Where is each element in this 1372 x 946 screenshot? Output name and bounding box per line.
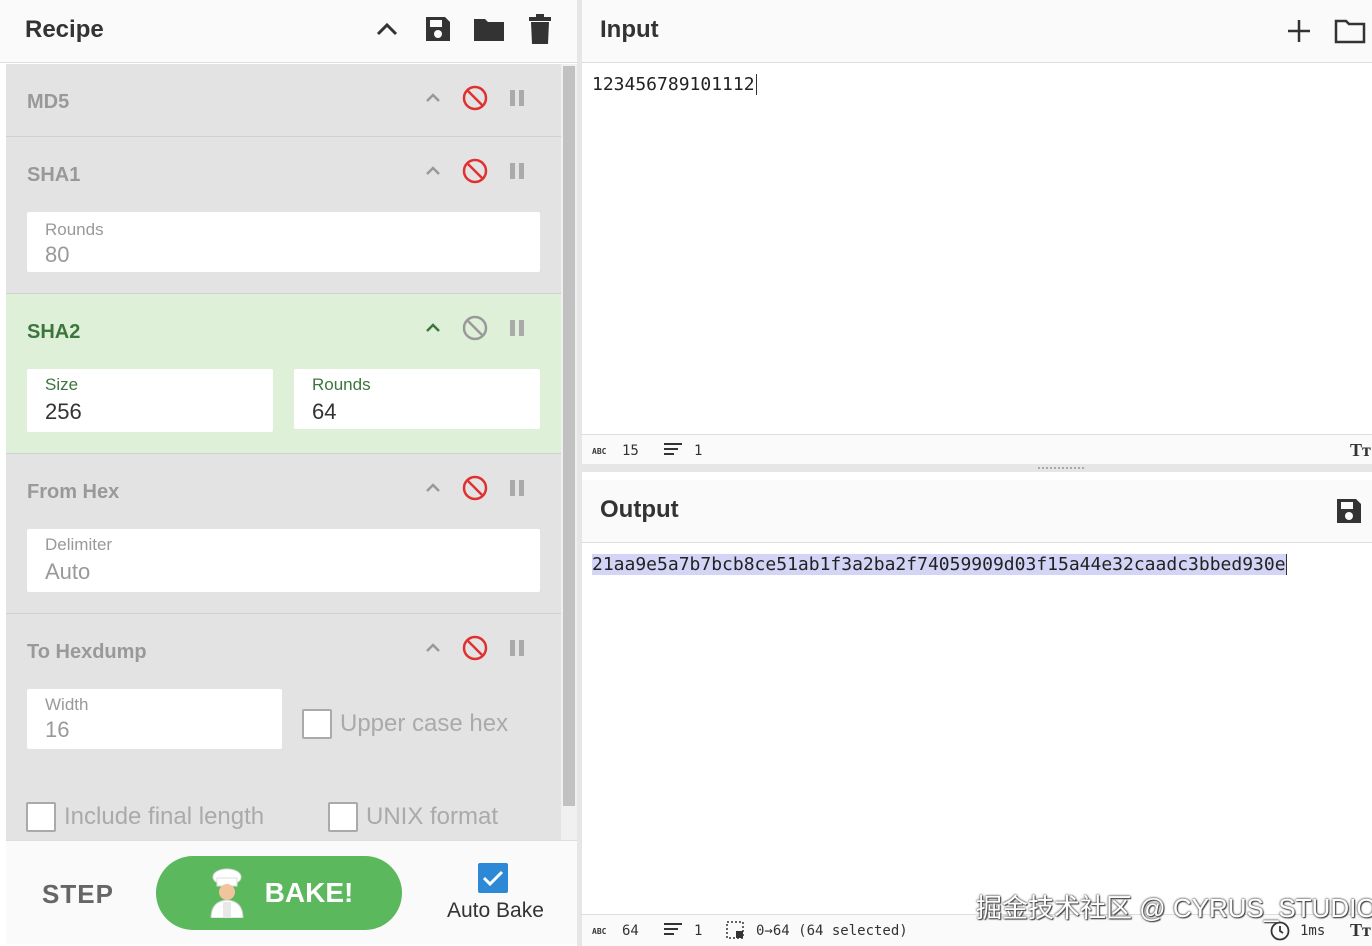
field-label: Width — [45, 695, 89, 714]
field-label: Rounds — [312, 375, 371, 394]
auto-bake-label: Auto Bake — [447, 899, 544, 922]
io-splitter[interactable] — [582, 464, 1372, 472]
operation-name: MD5 — [27, 91, 70, 113]
recipe-scrollbar-thumb[interactable] — [563, 66, 575, 806]
checkbox-box[interactable] — [26, 802, 56, 832]
operation-name: SHA2 — [27, 321, 81, 343]
chevron-up-icon[interactable] — [419, 634, 447, 662]
text-cursor: ​ — [755, 74, 757, 95]
upper-case-hex-checkbox[interactable]: Upper case hex — [302, 709, 508, 739]
pause-icon[interactable] — [503, 634, 531, 662]
field-value: Auto — [45, 559, 91, 584]
chevron-up-icon[interactable] — [419, 314, 447, 342]
operation-to-hexdump[interactable]: To Hexdump Width 16 Upper case hex Inclu… — [6, 614, 561, 840]
operation-name: To Hexdump — [27, 641, 147, 663]
operation-md5[interactable]: MD5 — [6, 64, 561, 137]
delimiter-field[interactable]: Delimiter Auto — [27, 529, 540, 592]
save-output-icon[interactable] — [1332, 494, 1366, 528]
bake-button[interactable]: BAKE! — [156, 856, 402, 930]
panel-divider[interactable] — [577, 0, 582, 946]
chevron-up-icon[interactable] — [419, 84, 447, 112]
output-header: Output — [582, 480, 1372, 543]
pause-icon[interactable] — [503, 314, 531, 342]
disable-icon[interactable] — [461, 474, 489, 502]
checkbox-box[interactable] — [328, 802, 358, 832]
length-icon: ABC — [592, 447, 607, 456]
trash-icon[interactable] — [523, 12, 557, 46]
field-value: 256 — [45, 399, 82, 424]
save-icon[interactable] — [421, 12, 455, 46]
disable-icon[interactable] — [461, 84, 489, 112]
operation-sha2[interactable]: SHA2 Size 256 Rounds 64 — [6, 294, 561, 454]
input-length: 15 — [622, 443, 639, 459]
step-button[interactable]: STEP — [42, 879, 114, 910]
checkmark-icon — [482, 870, 504, 887]
checkbox-label: Upper case hex — [340, 710, 509, 737]
input-title: Input — [600, 16, 659, 43]
selection-icon — [726, 921, 744, 943]
input-lines: 1 — [694, 443, 703, 459]
controls-bar: STEP BAKE! Auto Bake — [6, 840, 577, 944]
folder-icon[interactable] — [472, 12, 506, 46]
operation-sha1[interactable]: SHA1 Rounds 80 — [6, 137, 561, 294]
pause-icon[interactable] — [503, 157, 531, 185]
chevron-up-icon[interactable] — [419, 474, 447, 502]
output-length: 64 — [622, 923, 639, 939]
watermark: 掘金技术社区 @ CYRUS_STUDIO — [976, 893, 1372, 923]
lines-icon — [664, 922, 682, 940]
lines-icon — [664, 442, 682, 460]
pause-icon[interactable] — [503, 474, 531, 502]
recipe-panel: Recipe MD5 SHA1 Rounds 80 SHA2 Size 256 … — [0, 0, 577, 946]
bake-time: 1ms — [1300, 923, 1326, 939]
rounds-field[interactable]: Rounds 64 — [294, 369, 540, 429]
input-text[interactable]: 123456789101112​ — [592, 74, 757, 95]
output-title: Output — [600, 496, 679, 523]
pause-icon[interactable] — [503, 84, 531, 112]
chef-icon — [210, 868, 244, 918]
checkbox-label: Include final length — [64, 803, 265, 830]
width-field[interactable]: Width 16 — [27, 689, 282, 749]
auto-bake-checkbox[interactable] — [478, 863, 508, 893]
bake-label: BAKE! — [264, 877, 354, 908]
recipe-header: Recipe — [0, 0, 577, 63]
checkbox-label: UNIX format — [366, 803, 499, 830]
field-label: Size — [45, 375, 79, 394]
field-value: 64 — [312, 399, 337, 424]
add-icon[interactable] — [1282, 14, 1316, 48]
font-size-icon[interactable]: Tт — [1350, 440, 1371, 461]
field-value: 16 — [45, 717, 70, 742]
disable-icon[interactable] — [461, 314, 489, 342]
output-selection: 0→64 (64 selected) — [756, 923, 908, 939]
field-value: 80 — [45, 242, 70, 267]
disable-icon[interactable] — [461, 157, 489, 185]
recipe-list: MD5 SHA1 Rounds 80 SHA2 Size 256 Rounds … — [6, 64, 561, 840]
rounds-field[interactable]: Rounds 80 — [27, 212, 540, 272]
checkbox-box[interactable] — [302, 709, 332, 739]
field-label: Delimiter — [45, 535, 113, 554]
output-text[interactable]: 21aa9e5a7b7bcb8ce51ab1f3a2ba2f74059909d0… — [592, 554, 1287, 575]
open-folder-icon[interactable] — [1332, 14, 1368, 48]
operation-name: From Hex — [27, 481, 120, 503]
chevron-up-icon[interactable] — [419, 157, 447, 185]
disable-icon[interactable] — [461, 634, 489, 662]
input-value: 123456789101112 — [592, 74, 755, 95]
unix-format-checkbox[interactable]: UNIX format — [328, 802, 498, 832]
field-label: Rounds — [45, 220, 104, 239]
input-header: Input — [582, 0, 1372, 63]
size-field[interactable]: Size 256 — [27, 369, 273, 432]
operation-name: SHA1 — [27, 164, 81, 186]
chevron-up-icon[interactable] — [370, 12, 404, 46]
recipe-title: Recipe — [25, 16, 104, 43]
input-status-bar: ABC 15 1 Tт — [582, 434, 1372, 466]
output-lines: 1 — [694, 923, 703, 939]
include-final-length-checkbox[interactable]: Include final length — [26, 802, 264, 832]
length-icon: ABC — [592, 927, 607, 936]
splitter-grip[interactable] — [1038, 467, 1084, 469]
operation-from-hex[interactable]: From Hex Delimiter Auto — [6, 454, 561, 614]
